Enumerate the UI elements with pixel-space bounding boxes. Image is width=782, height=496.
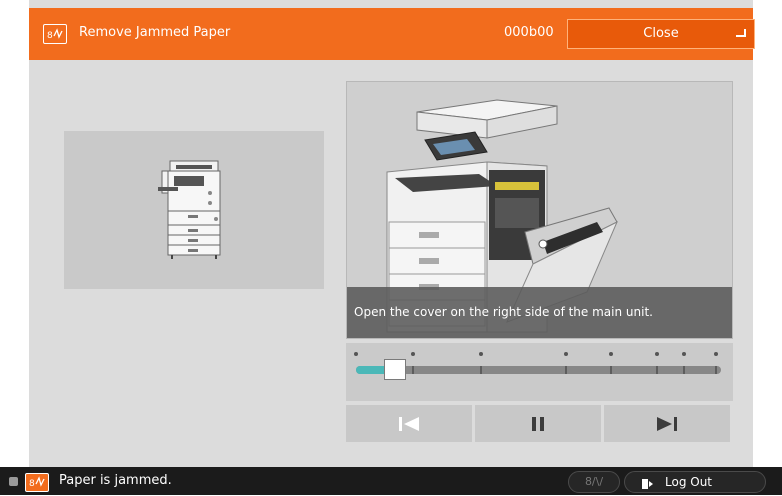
close-button[interactable]: Close: [567, 19, 755, 49]
logout-button[interactable]: Log Out: [624, 471, 766, 493]
step-marker-dot: [682, 352, 687, 356]
lock-icon: [9, 477, 18, 486]
step-marker-tick: [610, 366, 613, 374]
skip-to-start-icon: [399, 416, 419, 431]
screen: 8 Remove Jammed Paper 000b00 Close Open …: [29, 0, 755, 495]
step-marker-dot: [713, 352, 718, 356]
printer-thumbnail-icon: [158, 160, 221, 259]
status-message: Paper is jammed.: [59, 473, 172, 488]
step-marker-dot: [410, 352, 415, 356]
close-button-label: Close: [643, 26, 679, 41]
step-marker-dot: [563, 352, 568, 356]
step-marker-tick: [479, 366, 482, 374]
step-marker-tick: [564, 366, 567, 374]
logout-icon: [641, 476, 655, 496]
error-code-icon: 8: [43, 24, 67, 44]
page-title: Remove Jammed Paper: [79, 25, 231, 40]
status-error-icon: 8: [25, 473, 49, 492]
svg-text:8: 8: [47, 31, 53, 41]
step-marker-tick: [714, 366, 717, 374]
status-bar: 8 Paper is jammed. 8/\/ Log Out: [0, 467, 782, 495]
step-marker-dot: [609, 352, 614, 356]
error-info-label: 8/\/: [584, 475, 604, 488]
skip-to-end-icon: [657, 416, 677, 431]
step-marker-dot: [655, 352, 660, 356]
error-code: 000b00: [504, 25, 554, 40]
next-button[interactable]: [604, 405, 730, 442]
pause-icon: [532, 416, 544, 431]
device-thumbnail: [64, 131, 324, 289]
step-marker-dot: [354, 352, 358, 356]
step-marker-tick: [683, 366, 686, 374]
step-marker-dot: [478, 352, 483, 356]
header-bar: 8 Remove Jammed Paper 000b00 Close: [29, 8, 755, 60]
pause-button[interactable]: [475, 405, 601, 442]
logout-label: Log Out: [665, 475, 713, 489]
progress-panel: [346, 343, 733, 401]
step-marker-tick: [656, 366, 659, 374]
error-info-button[interactable]: 8/\/: [568, 471, 620, 493]
enter-corner-icon: [734, 27, 746, 42]
step-marker-tick: [411, 366, 414, 374]
instruction-caption: Open the cover on the right side of the …: [347, 287, 732, 338]
rewind-button[interactable]: [346, 405, 472, 442]
progress-handle[interactable]: [384, 359, 407, 380]
instruction-image: Open the cover on the right side of the …: [346, 81, 733, 339]
svg-text:8: 8: [29, 479, 35, 489]
